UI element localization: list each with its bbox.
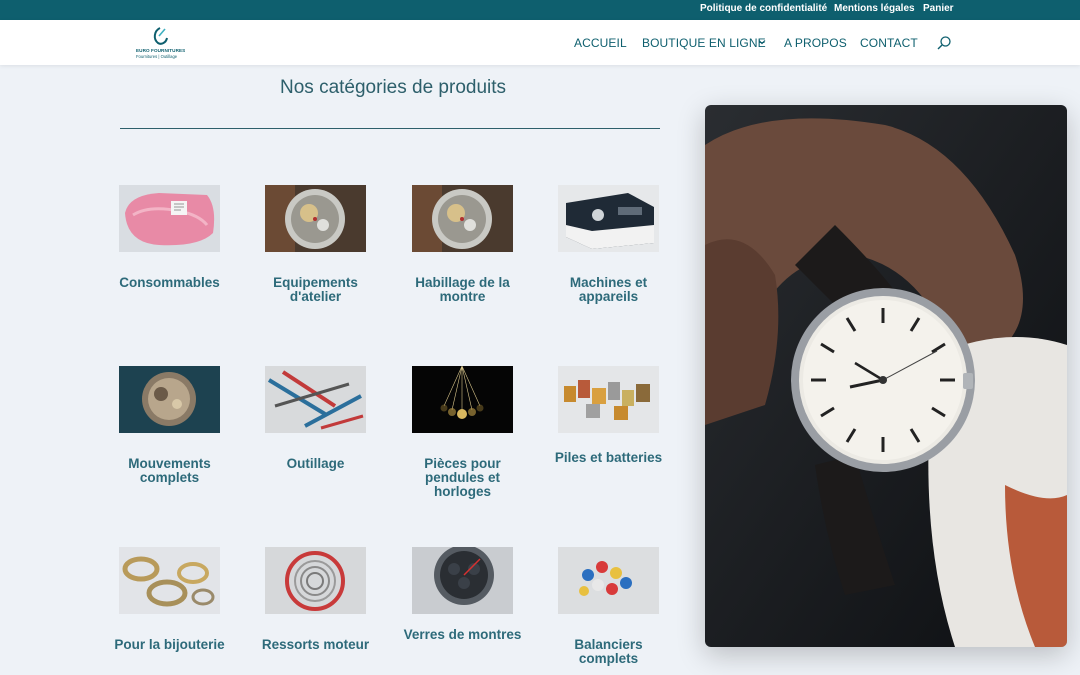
- legal-notice-link[interactable]: Mentions légales: [834, 3, 915, 14]
- category-label[interactable]: Equipements d'atelier: [251, 276, 380, 304]
- category-label[interactable]: Mouvements complets: [105, 457, 234, 485]
- chevron-down-icon[interactable]: [758, 38, 766, 46]
- batteries-icon[interactable]: [558, 366, 659, 433]
- category-label[interactable]: Balanciers complets: [544, 638, 673, 666]
- category-label[interactable]: Machines et appareils: [544, 276, 673, 304]
- wristwatch-photo-icon: [705, 105, 1067, 647]
- category-label[interactable]: Pièces pour pendules et horloges: [398, 457, 527, 499]
- machine-box-icon[interactable]: [558, 185, 659, 252]
- category-label[interactable]: Outillage: [251, 457, 380, 471]
- mainspring-icon[interactable]: [265, 547, 366, 614]
- main-header: EURO FOURNITURES Fournitures | Outillage…: [0, 20, 1080, 65]
- watch-movement-icon[interactable]: [412, 185, 513, 252]
- search-icon[interactable]: [936, 35, 952, 51]
- privacy-policy-link[interactable]: Politique de confidentialité: [700, 3, 827, 14]
- nav-boutique[interactable]: BOUTIQUE EN LIGNE: [642, 36, 766, 50]
- category-label[interactable]: Consommables: [105, 276, 234, 290]
- balance-wheels-icon[interactable]: [558, 547, 659, 614]
- top-bar: Politique de confidentialité Mentions lé…: [0, 0, 1080, 20]
- pink-consumables-bag-icon[interactable]: [119, 185, 220, 252]
- logo-tagline: Fournitures | Outillage: [136, 54, 178, 59]
- nav-a-propos[interactable]: A PROPOS: [784, 36, 847, 50]
- title-divider: [120, 128, 660, 129]
- chronograph-icon[interactable]: [412, 547, 513, 614]
- bracelets-icon[interactable]: [119, 547, 220, 614]
- category-label[interactable]: Habillage de la montre: [398, 276, 527, 304]
- category-label[interactable]: Verres de montres: [398, 628, 527, 642]
- nav-contact[interactable]: CONTACT: [860, 36, 918, 50]
- logo-mark-icon: [153, 27, 168, 45]
- tools-icon[interactable]: [265, 366, 366, 433]
- category-label[interactable]: Pour la bijouterie: [105, 638, 234, 652]
- site-logo[interactable]: EURO FOURNITURES Fournitures | Outillage: [136, 26, 188, 60]
- watch-movement-icon[interactable]: [265, 185, 366, 252]
- movement-plate-icon[interactable]: [119, 366, 220, 433]
- nav-accueil[interactable]: ACCUEIL: [574, 36, 627, 50]
- cart-link[interactable]: Panier: [923, 3, 954, 14]
- category-label[interactable]: Ressorts moteur: [251, 638, 380, 652]
- page-title: Nos catégories de produits: [280, 77, 507, 98]
- pendulum-icon[interactable]: [412, 366, 513, 433]
- category-label[interactable]: Piles et batteries: [544, 451, 673, 465]
- logo-brand-text: EURO FOURNITURES: [136, 48, 186, 53]
